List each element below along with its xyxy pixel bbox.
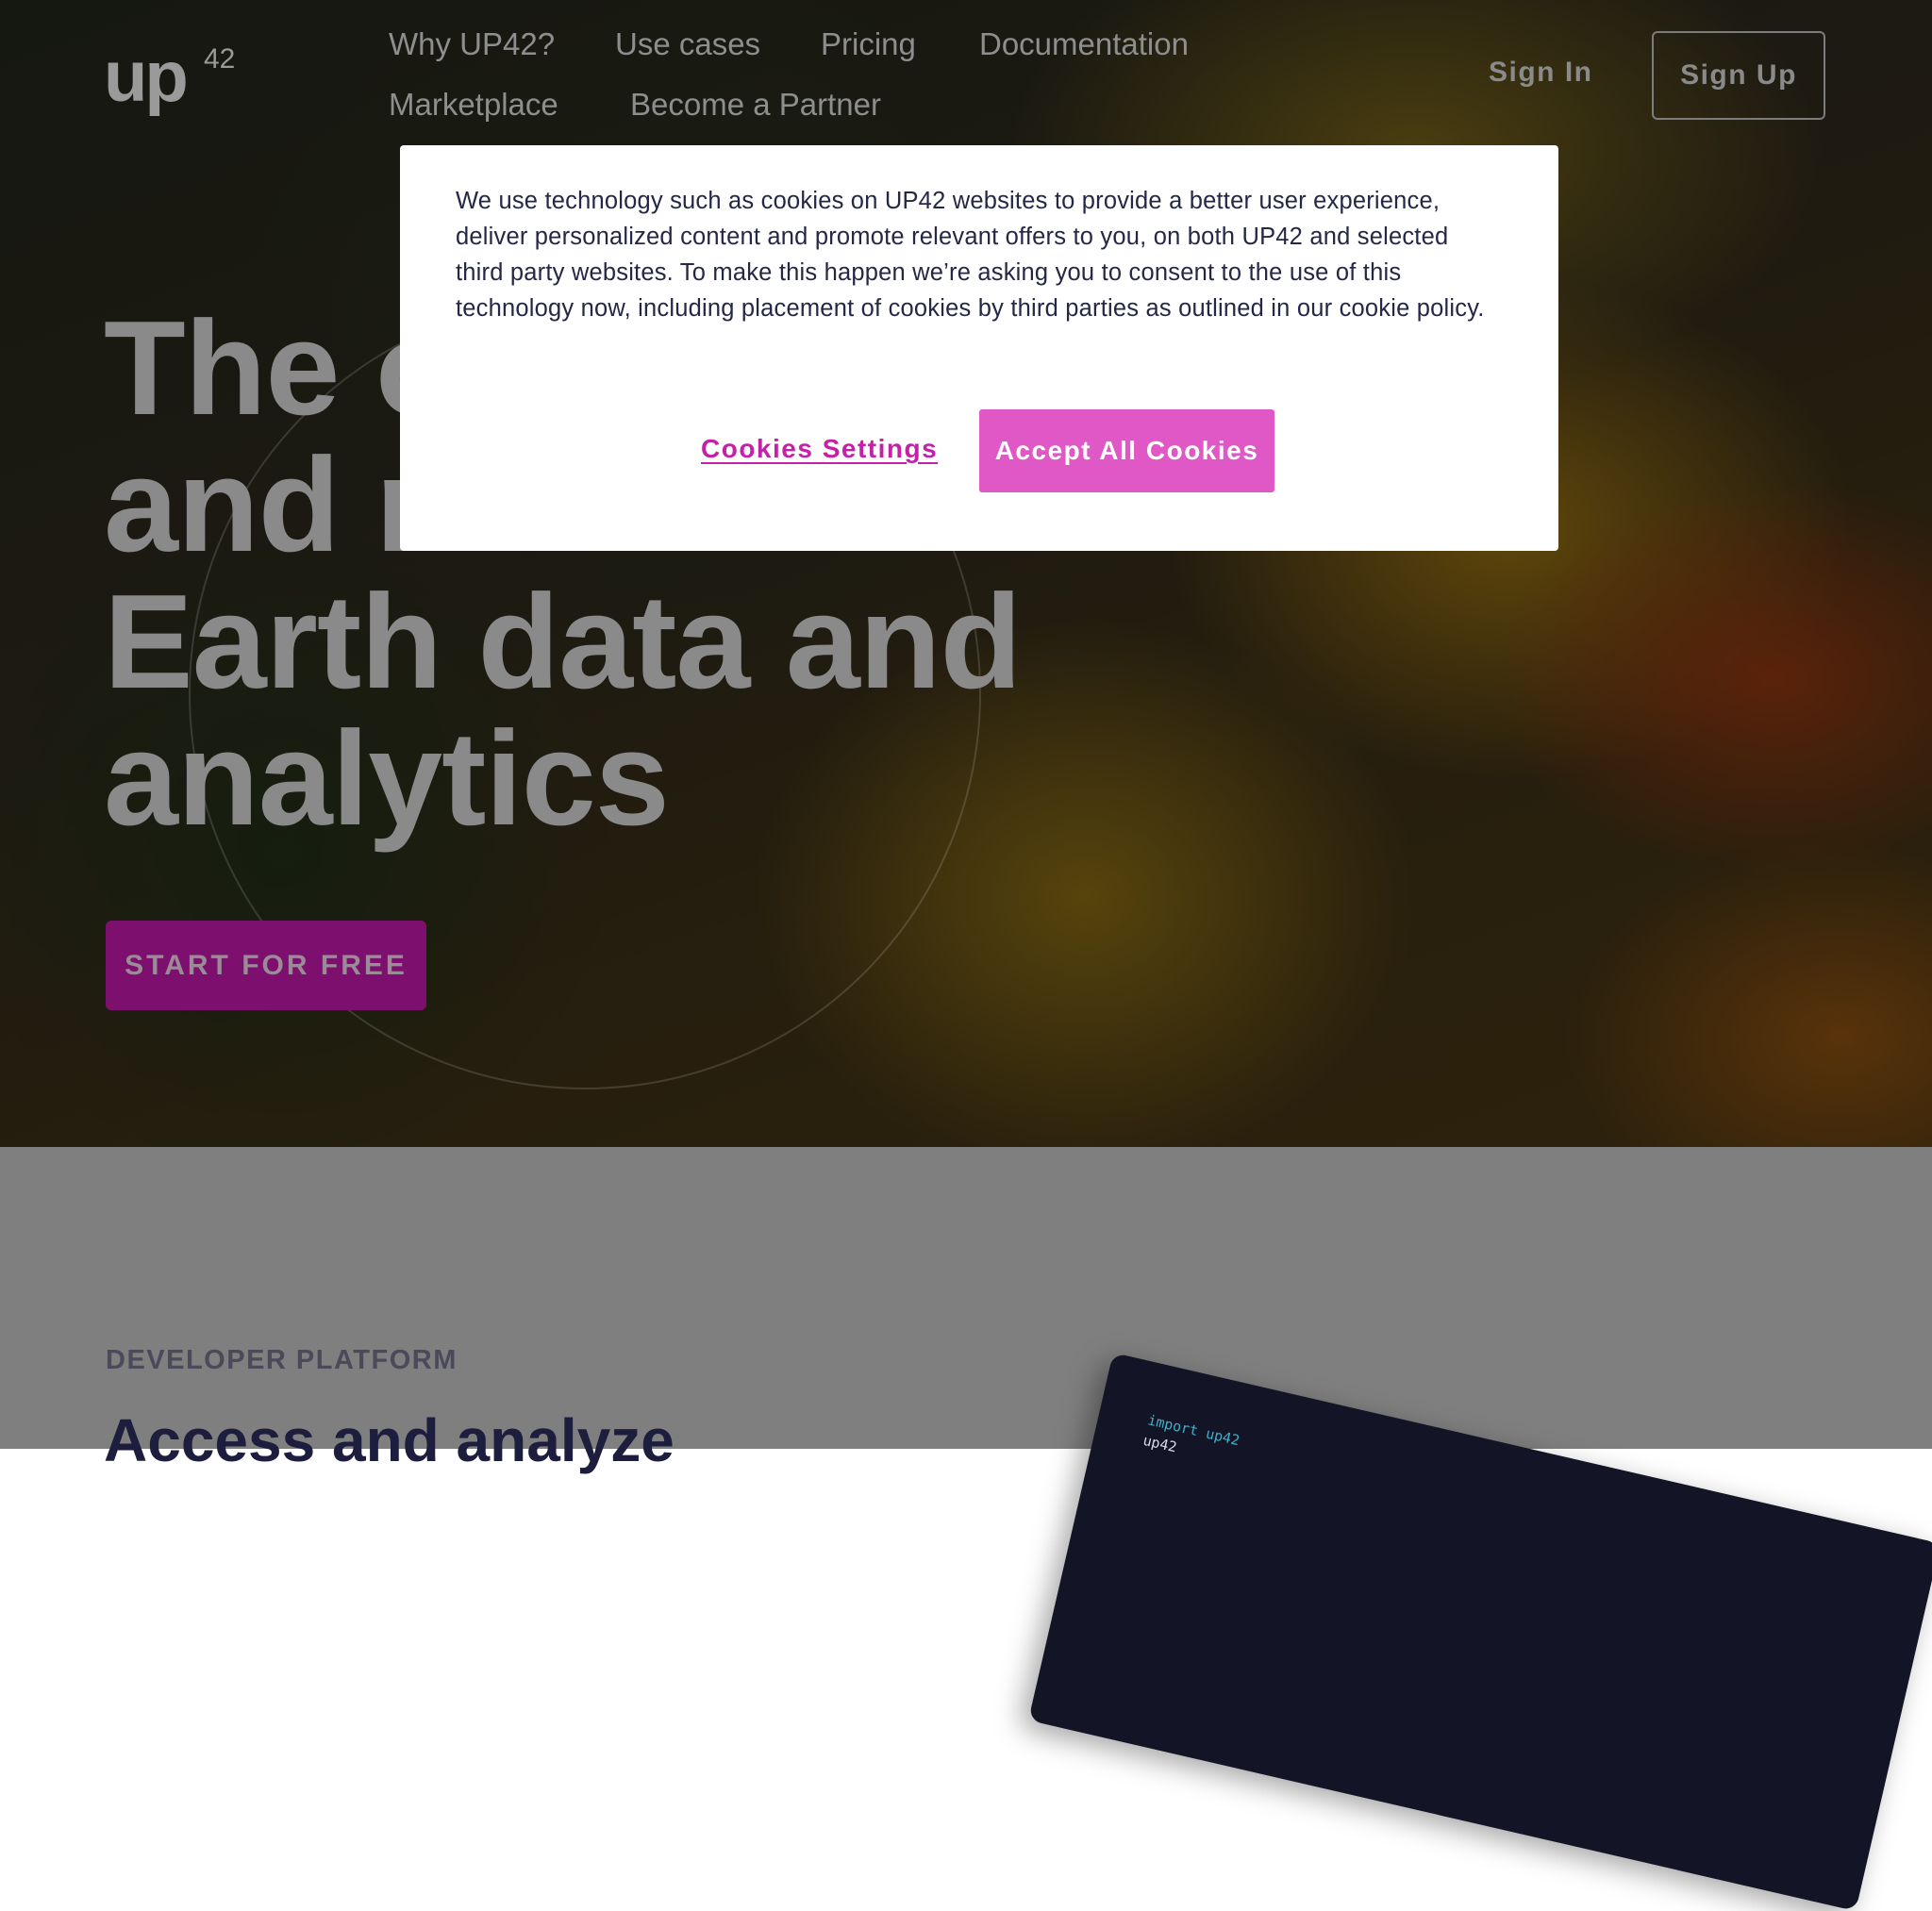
sign-in-link[interactable]: Sign In [1489,57,1593,89]
nav-become-partner[interactable]: Become a Partner [630,87,881,123]
nav-use-cases[interactable]: Use cases [615,26,760,62]
nav-why-up42[interactable]: Why UP42? [389,26,555,62]
headline-line-4: analytics [104,704,670,854]
start-for-free-button[interactable]: START FOR FREE [106,921,426,1010]
section-eyebrow: DEVELOPER PLATFORM [106,1345,458,1375]
developer-platform-section [0,1147,1932,1449]
nav-marketplace[interactable]: Marketplace [389,87,558,123]
cookie-consent-dialog: We use technology such as cookies on UP4… [400,145,1558,551]
sign-up-button[interactable]: Sign Up [1652,31,1825,120]
section-title: Access and analyze [104,1406,675,1474]
headline-line-3: Earth data and [104,567,1022,717]
code-line-2: up42 [1141,1431,1179,1456]
nav-pricing[interactable]: Pricing [821,26,916,62]
nav-documentation[interactable]: Documentation [979,26,1189,62]
up42-logo[interactable]: up [104,42,189,113]
accept-all-cookies-button[interactable]: Accept All Cookies [979,409,1274,492]
cookie-message: We use technology such as cookies on UP4… [456,188,1485,322]
logo-superscript: 42 [204,43,236,75]
cookies-settings-button[interactable]: Cookies Settings [701,434,938,464]
